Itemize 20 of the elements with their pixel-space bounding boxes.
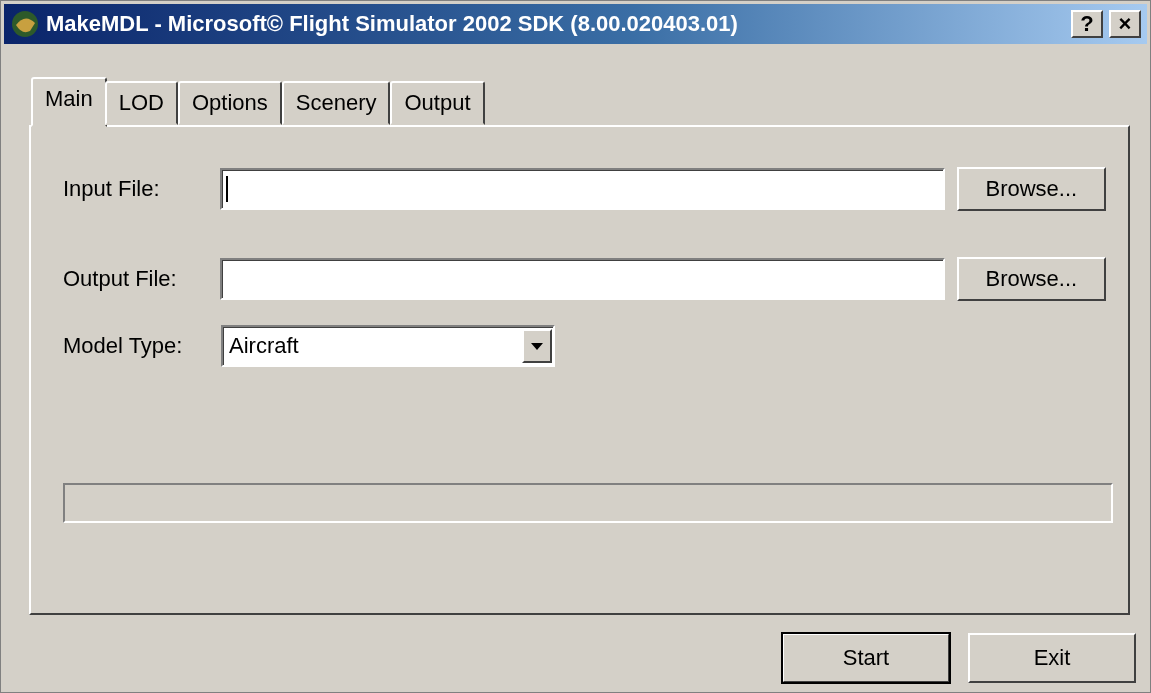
dropdown-arrow-icon xyxy=(531,342,543,350)
field-label: Model Type: xyxy=(63,333,184,359)
file-field[interactable] xyxy=(220,168,945,210)
tab[interactable]: Main xyxy=(31,77,107,127)
tab[interactable]: LOD xyxy=(104,81,178,125)
browse-button[interactable]: Browse... xyxy=(956,257,1106,301)
dialog-button[interactable]: Exit xyxy=(968,633,1136,683)
field-label: Output File: xyxy=(63,266,178,292)
app-logo-icon xyxy=(10,9,40,39)
dialog-button[interactable]: Start xyxy=(782,633,950,683)
model-type-dropdown[interactable]: Aircraft xyxy=(221,325,555,367)
browse-button[interactable]: Browse... xyxy=(956,167,1106,211)
tab[interactable]: Options xyxy=(177,81,282,125)
file-field[interactable] xyxy=(220,258,945,300)
close-button[interactable]: × xyxy=(1109,10,1141,38)
field-label: Input File: xyxy=(63,176,161,202)
help-button[interactable]: ? xyxy=(1071,10,1103,38)
tab[interactable]: Output xyxy=(390,81,485,125)
tab[interactable]: Scenery xyxy=(281,81,391,125)
window-title: MakeMDL - Microsoft© Flight Simulator 2002 SDK (8.00.020403.01) xyxy=(46,11,739,37)
